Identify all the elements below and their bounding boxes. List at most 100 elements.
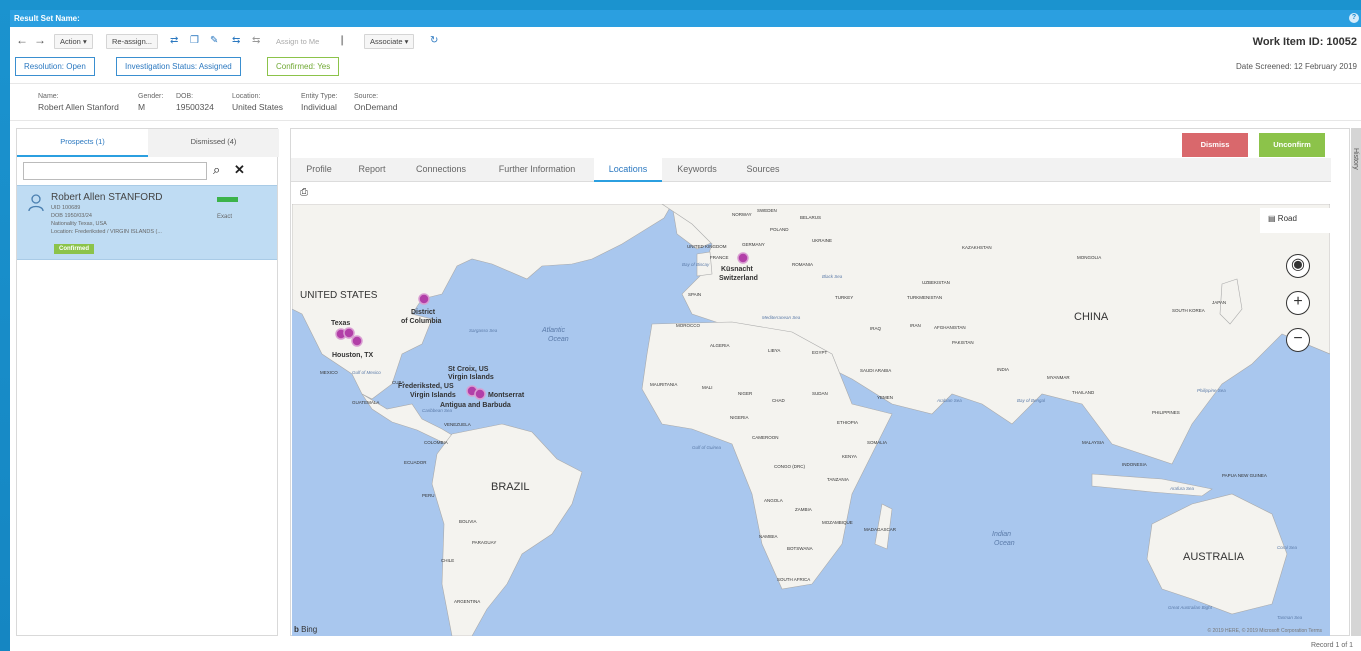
- map-label: MALAYSIA: [1082, 440, 1104, 445]
- map-label: Virgin Islands: [410, 392, 456, 399]
- map-label: UNITED KINGDOM: [687, 244, 727, 249]
- map-label: CHINA: [1074, 311, 1109, 323]
- map-label: NORWAY: [732, 212, 752, 217]
- print-icon[interactable]: ⎙: [300, 187, 308, 198]
- status-row: Resolution: Open Investigation Status: A…: [10, 57, 1361, 77]
- resolution-status[interactable]: Resolution: Open: [15, 57, 95, 76]
- map-label: Tasman Sea: [1277, 615, 1303, 620]
- tab-report[interactable]: Report: [347, 158, 397, 182]
- map-label: ZAMBIA: [795, 507, 812, 512]
- map-label: TURKEY: [835, 295, 853, 300]
- assign-user-icon[interactable]: ⇄: [170, 34, 178, 49]
- map-label: Coral Sea: [1277, 545, 1298, 550]
- prospect-name: Robert Allen STANFORD: [51, 192, 163, 203]
- tab-connections[interactable]: Connections: [403, 158, 479, 182]
- prospect-tabs: Prospects (1) Dismissed (4): [17, 129, 279, 157]
- map-label: POLAND: [770, 227, 789, 232]
- tab-locations[interactable]: Locations: [594, 158, 662, 182]
- map-label: MOZAMBIQUE: [822, 520, 853, 525]
- map-label: UZBEKISTAN: [922, 280, 950, 285]
- refresh-icon[interactable]: ↻: [430, 34, 438, 49]
- record-count: Record 1 of 1: [1310, 642, 1353, 649]
- name-value: Robert Allen Stanford: [38, 102, 119, 112]
- map-label: YEMEN: [877, 395, 893, 400]
- help-icon[interactable]: ?: [1349, 13, 1359, 23]
- tab-keywords[interactable]: Keywords: [666, 158, 728, 182]
- map-label: INDONESIA: [1122, 462, 1147, 467]
- close-icon[interactable]: ✕: [234, 162, 245, 178]
- map-label: COLOMBIA: [424, 440, 448, 445]
- map-label: CHILE: [441, 558, 454, 563]
- map-label: Arafura Sea: [1169, 486, 1195, 491]
- tab-prospects[interactable]: Prospects (1): [17, 129, 148, 157]
- edit-icon[interactable]: ✎: [210, 34, 218, 49]
- tab-sources[interactable]: Sources: [734, 158, 792, 182]
- action-label: Action: [60, 37, 81, 46]
- tab-further-information[interactable]: Further Information: [487, 158, 587, 182]
- associate-dropdown[interactable]: Associate ▾: [364, 34, 415, 49]
- map-label: BRAZIL: [491, 481, 530, 493]
- action-dropdown[interactable]: Action ▾: [54, 34, 93, 49]
- marker-houston: [351, 335, 363, 347]
- tab-dismissed[interactable]: Dismissed (4): [148, 129, 279, 157]
- prospect-list-item[interactable]: Robert Allen STANFORD UID 100689 DOB 195…: [17, 185, 277, 260]
- map-label: PARAGUAY: [472, 540, 496, 545]
- locate-me-icon[interactable]: ◉: [1286, 254, 1310, 278]
- entity-type-value: Individual: [301, 102, 337, 112]
- map-label: SPAIN: [688, 292, 701, 297]
- location-value: United States: [232, 102, 284, 112]
- investigation-status[interactable]: Investigation Status: Assigned: [116, 57, 241, 76]
- transfer-icon[interactable]: ⇆: [232, 34, 240, 49]
- assign-to-me-button[interactable]: Assign to Me: [270, 34, 325, 49]
- map-style-label: Road: [1277, 214, 1297, 223]
- entity-info-bar: Name: Robert Allen Stanford Gender: M DOB:…: [10, 83, 1361, 121]
- bing-logo: b Bing: [294, 625, 318, 634]
- tab-profile[interactable]: Profile: [295, 158, 343, 182]
- lock-icon[interactable]: ❙: [338, 34, 346, 49]
- map-label: Mediterranean Sea: [762, 315, 801, 320]
- window-title: Result Set Name:: [14, 14, 80, 23]
- map-label: District: [411, 309, 436, 316]
- map-label: St Croix, US: [448, 366, 489, 373]
- map-attribution[interactable]: © 2019 HERE, © 2019 Microsoft Corporatio…: [1207, 628, 1322, 634]
- map-label: NAMIBIA: [759, 534, 778, 539]
- map-label: MONGOLIA: [1077, 255, 1101, 260]
- map-label: AUSTRALIA: [1183, 551, 1245, 563]
- land-south-america: [431, 423, 583, 636]
- confirmed-status[interactable]: Confirmed: Yes: [267, 57, 340, 76]
- gender-value: M: [138, 102, 146, 112]
- locations-map[interactable]: UNITED STATES District of Columbia Texas…: [292, 204, 1330, 636]
- map-label: Switzerland: [719, 275, 758, 282]
- reassign-button[interactable]: Re-assign...: [106, 34, 159, 49]
- history-sidebar-toggle[interactable]: History: [1351, 128, 1361, 636]
- zoom-in-icon[interactable]: +: [1286, 291, 1310, 315]
- unassign-icon[interactable]: ⇆: [252, 34, 260, 49]
- back-arrow-icon[interactable]: ←: [16, 34, 28, 49]
- search-icon[interactable]: ⌕: [213, 162, 220, 178]
- info-entity-type: Entity Type: Individual: [301, 92, 337, 112]
- map-label: Caribbean Sea: [422, 408, 453, 413]
- dismiss-button[interactable]: Dismiss: [1182, 133, 1248, 157]
- copy-icon[interactable]: ❐: [190, 34, 199, 49]
- map-label: KENYA: [842, 454, 857, 459]
- map-label: BELARUS: [800, 215, 821, 220]
- map-label: MALI: [702, 385, 713, 390]
- prospect-search-input[interactable]: [23, 162, 207, 180]
- map-label: GERMANY: [742, 242, 765, 247]
- map-label: SOUTH KOREA: [1172, 308, 1205, 313]
- person-icon: [28, 194, 44, 212]
- map-label: CHAD: [772, 398, 786, 403]
- map-style-road[interactable]: ▤ Road: [1260, 208, 1330, 233]
- info-dob: DOB: 19500324: [176, 92, 214, 112]
- map-label: PAPUA NEW GUINEA: [1222, 473, 1267, 478]
- map-label: ALGERIA: [710, 343, 730, 348]
- zoom-out-icon[interactable]: −: [1286, 328, 1310, 352]
- map-label: Great Australian Bight: [1168, 605, 1213, 610]
- map-label: Virgin Islands: [448, 374, 494, 381]
- map-label: of Columbia: [401, 318, 442, 325]
- map-label: MOROCCO: [676, 323, 700, 328]
- info-location: Location: United States: [232, 92, 283, 112]
- unconfirm-button[interactable]: Unconfirm: [1259, 133, 1325, 157]
- map-label: MYANMAR: [1047, 375, 1070, 380]
- forward-arrow-icon[interactable]: →: [34, 34, 46, 49]
